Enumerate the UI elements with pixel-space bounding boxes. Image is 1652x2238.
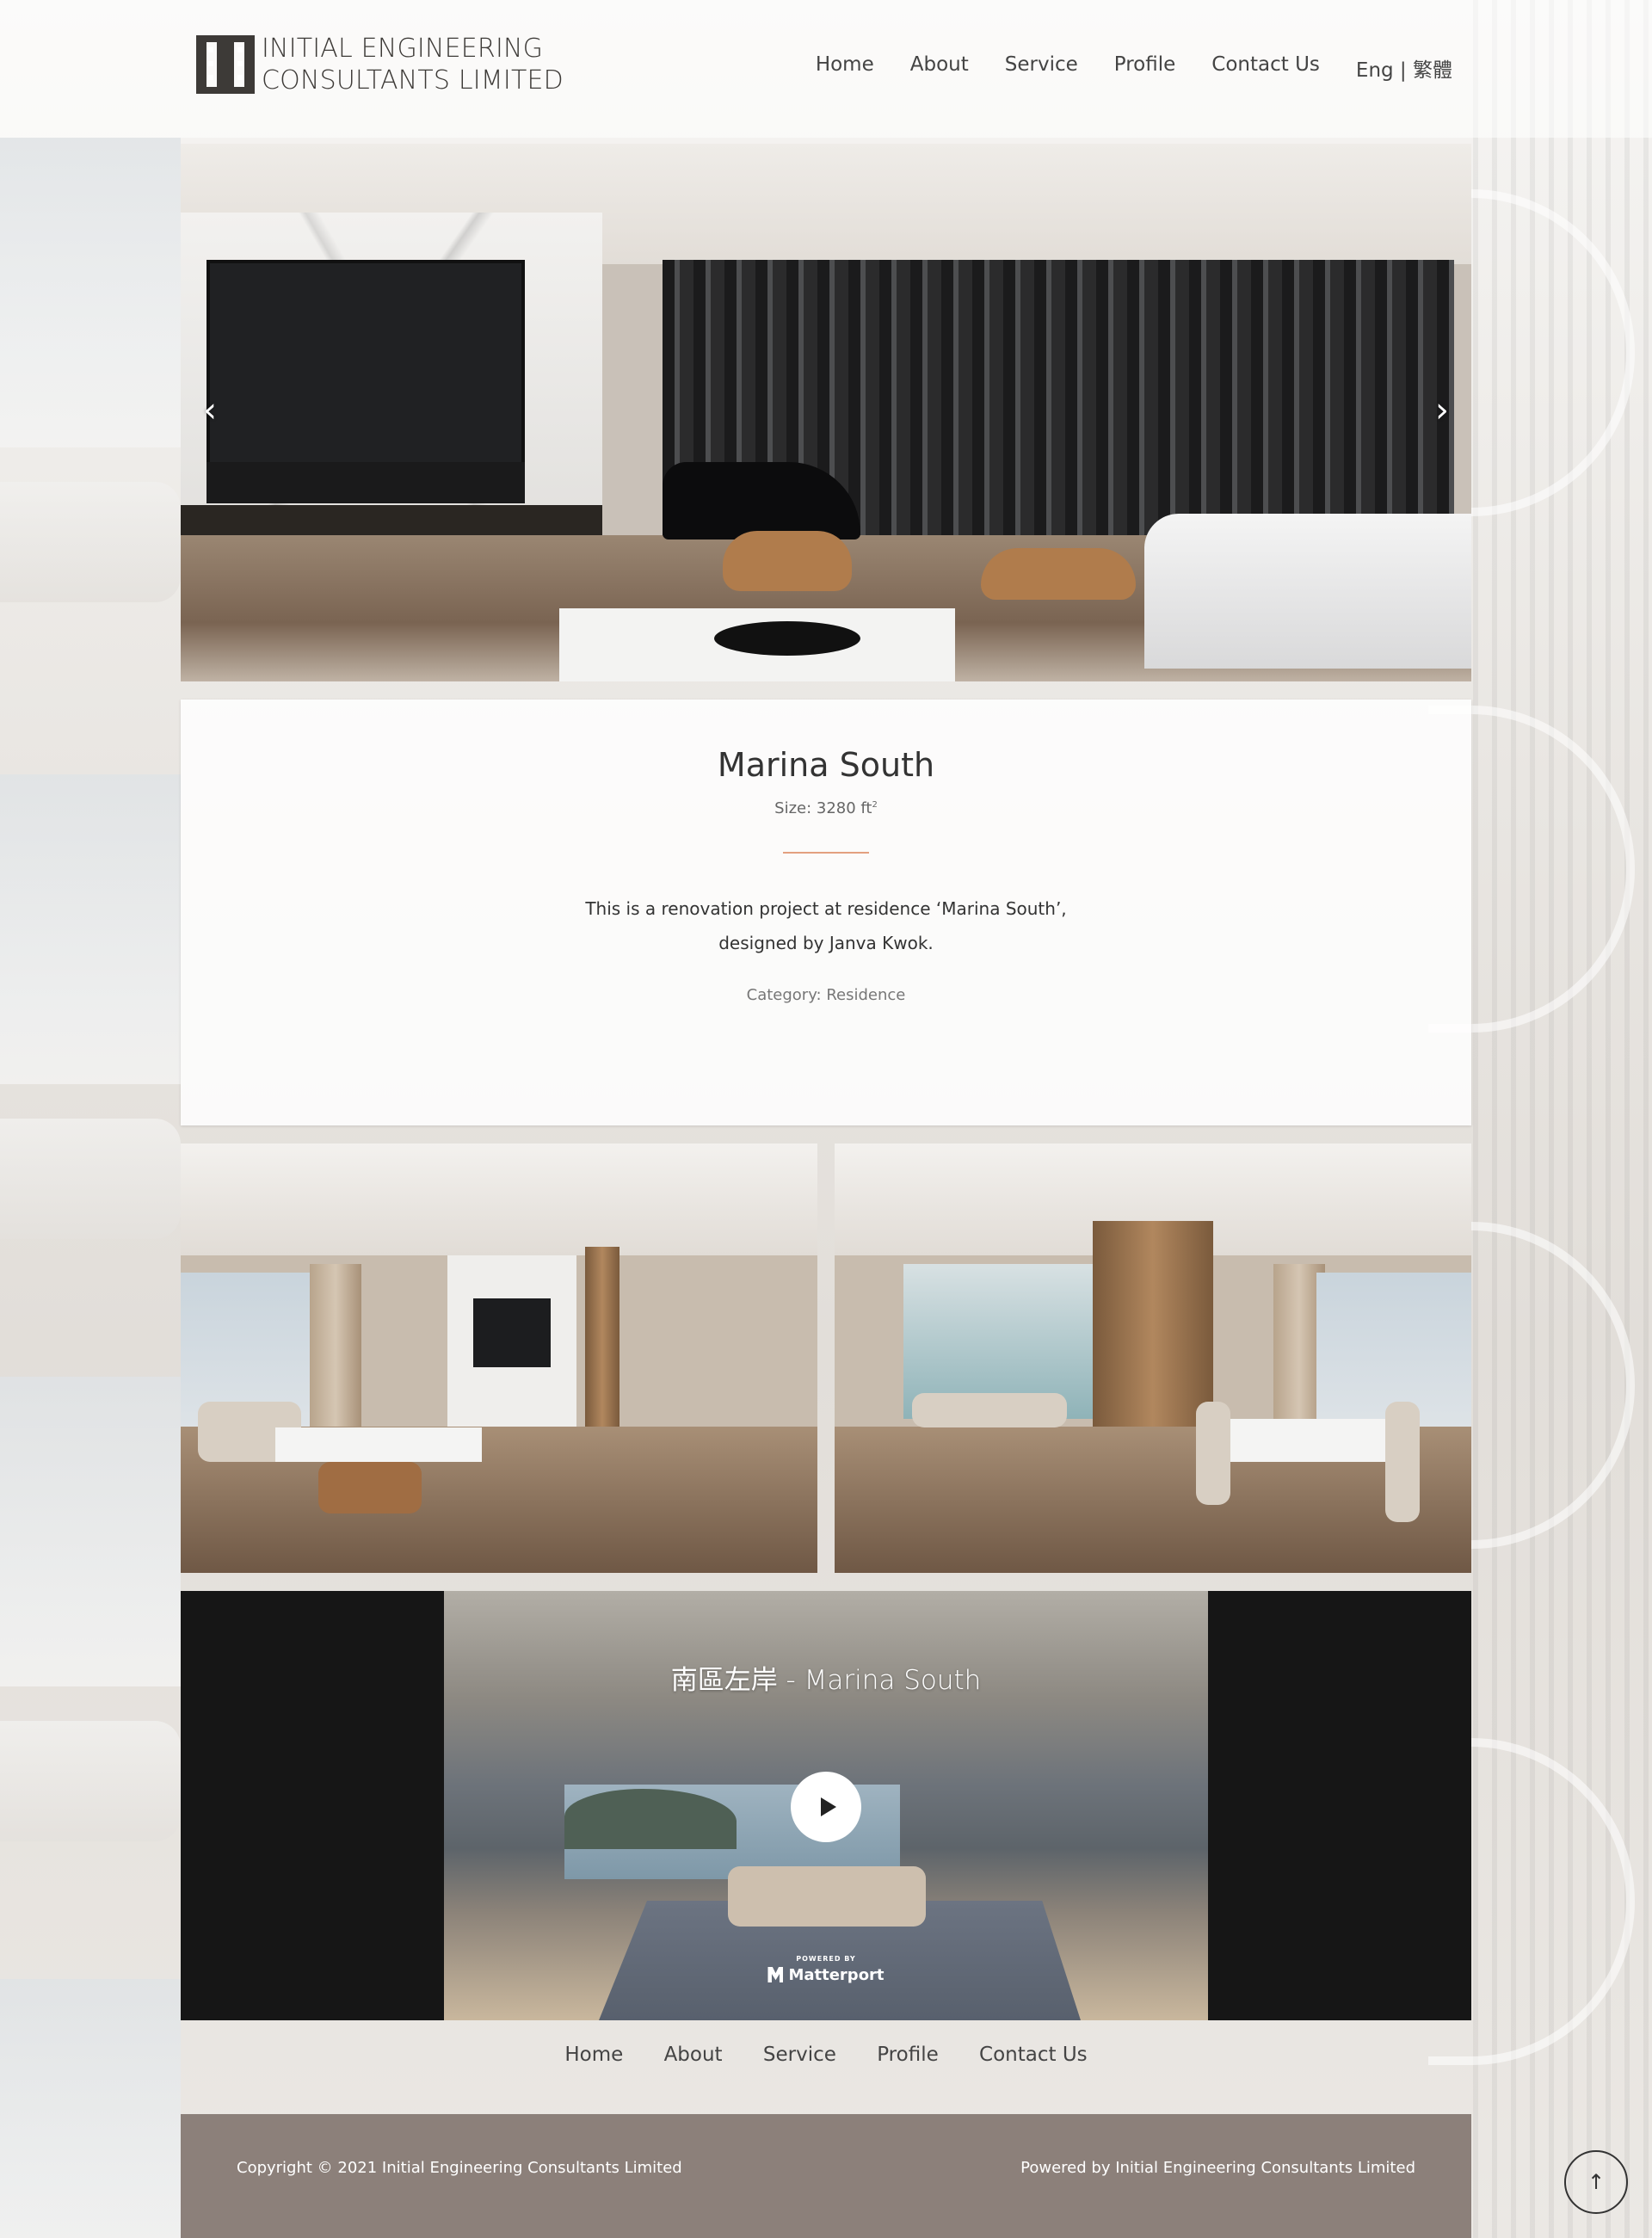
bg-window [0,1979,181,2238]
project-size: Size: 3280 ft2 [181,799,1471,817]
slide-image-part [723,531,852,591]
logo-line-1: INITIAL ENGINEERING [262,34,544,64]
bg-sofa [0,1721,181,1841]
gallery-image-living-room[interactable] [181,1144,817,1573]
footer-nav-contact-us[interactable]: Contact Us [979,2044,1088,2066]
bg-sofa [0,482,181,602]
matterport-logo[interactable]: Matterport [181,1966,1471,1984]
matterport-label: Matterport [788,1966,885,1984]
project-info-card: Marina South Size: 3280 ft2 This is a re… [181,700,1471,1125]
matterport-icon [767,1967,784,1982]
footer-nav: Home About Service Profile Contact Us [181,2044,1471,2066]
slider-next-icon[interactable]: › [1425,385,1459,436]
language-switch[interactable]: Eng | 繁體 [1356,53,1452,83]
footer-nav-about[interactable]: About [664,2044,723,2066]
tour-title: 南區左岸 - Marina South [670,1665,982,1696]
back-to-top-button[interactable]: ↑ [1564,2150,1628,2214]
footer-nav-profile[interactable]: Profile [877,2044,939,2066]
footer-nav-service[interactable]: Service [763,2044,836,2066]
footer-nav-home[interactable]: Home [564,2044,623,2066]
slide-image-part [206,462,525,503]
project-size-label: Size: 3280 ft [774,799,872,817]
bg-sofa [0,1119,181,1239]
play-button[interactable] [791,1772,861,1842]
project-description: This is a renovation project at residenc… [585,898,1067,953]
logo-text: INITIAL ENGINEERING CONSULTANTS LIMITED [262,33,564,96]
site-footer: Copyright © 2021 Initial Engineering Con… [181,2114,1471,2238]
slider-prev-icon[interactable]: ‹ [193,385,227,436]
slide-image-part [981,548,1136,600]
project-title: Marina South [717,746,935,784]
title-divider [783,852,869,854]
tour-powered-by: POWERED BY [796,1955,856,1963]
site-header: INITIAL ENGINEERING CONSULTANTS LIMITED … [0,0,1652,138]
slide-image-part [714,621,860,656]
virtual-tour-embed: 南區左岸 - Marina South POWERED BY Matterpor… [181,1591,1471,2020]
project-category: Category: Residence [746,986,906,1004]
copyright-text: Copyright © 2021 Initial Engineering Con… [237,2159,682,2177]
gallery-image-dining-room[interactable] [835,1144,1471,1573]
logo-mark-icon [196,35,255,94]
site-logo[interactable]: INITIAL ENGINEERING CONSULTANTS LIMITED [196,33,564,96]
project-size-unit-sup: 2 [872,800,878,810]
slide-image-part [1144,514,1471,669]
nav-service[interactable]: Service [1005,53,1078,83]
arrow-up-icon: ↑ [1587,2170,1606,2194]
main-nav: Home About Service Profile Contact Us En… [780,53,1452,83]
bg-window [0,1377,181,1686]
nav-contact-us[interactable]: Contact Us [1211,53,1320,83]
nav-profile[interactable]: Profile [1114,53,1176,83]
nav-home[interactable]: Home [816,53,874,83]
nav-about[interactable]: About [910,53,969,83]
bg-window [0,774,181,1084]
logo-line-2: CONSULTANTS LIMITED [262,65,564,96]
powered-by-text: Powered by Initial Engineering Consultan… [1020,2159,1415,2177]
hero-slider: ‹ › [181,144,1471,681]
bg-window [0,138,181,447]
play-icon [820,1797,836,1816]
